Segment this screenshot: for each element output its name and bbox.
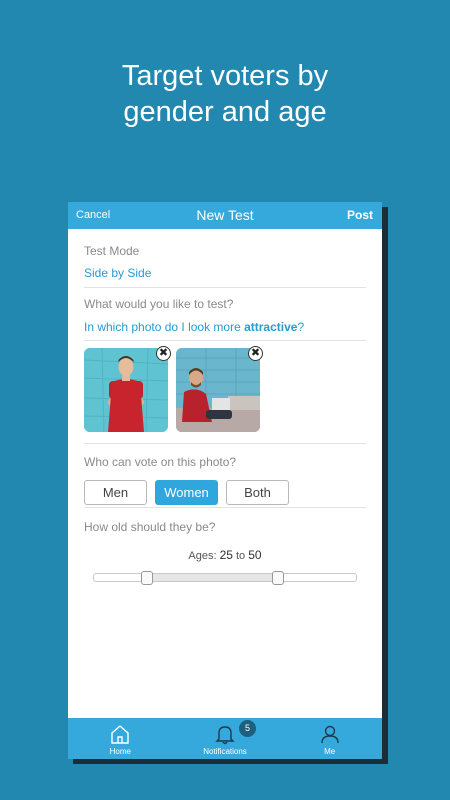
question-section[interactable]: What would you like to test? In which ph…	[84, 288, 366, 341]
voters-section: Who can vote on this photo? Men Women Bo…	[84, 444, 366, 508]
gender-option-women[interactable]: Women	[155, 480, 218, 505]
post-button[interactable]: Post	[347, 208, 373, 222]
page-title: New Test	[196, 207, 254, 223]
notifications-badge: 5	[239, 720, 256, 737]
phone-screen: Cancel New Test Post Test Mode Side by S…	[68, 202, 382, 759]
age-max-value: 50	[248, 548, 262, 562]
age-min-value: 25	[219, 548, 233, 562]
gender-option-both[interactable]: Both	[226, 480, 289, 505]
test-mode-value[interactable]: Side by Side	[84, 266, 366, 280]
age-range-readout: Ages: 25 to 50	[84, 548, 366, 562]
photos-section: ✖ ✖	[84, 341, 366, 444]
bell-icon	[215, 726, 235, 745]
gender-segmented-control: Men Women Both	[84, 480, 366, 505]
headline: Target voters by gender and age	[0, 58, 450, 130]
tab-home[interactable]: Home	[68, 718, 173, 759]
age-section: How old should they be? Ages: 25 to 50	[84, 508, 366, 585]
ages-to: to	[236, 550, 246, 562]
slider-max-handle[interactable]	[272, 571, 284, 585]
question-suffix: ?	[297, 320, 305, 334]
photo-2[interactable]	[176, 348, 260, 432]
test-mode-section[interactable]: Test Mode Side by Side	[84, 229, 366, 288]
voters-label: Who can vote on this photo?	[84, 455, 237, 469]
nav-bar: Cancel New Test Post	[68, 202, 382, 229]
home-icon	[111, 725, 130, 744]
tab-notifications-label: Notifications	[203, 747, 247, 756]
question-prefix: In which photo do I look more	[84, 320, 245, 334]
remove-photo-2-icon[interactable]: ✖	[248, 346, 263, 361]
question-keyword: attractive	[244, 320, 298, 334]
tab-home-label: Home	[109, 747, 131, 756]
tab-bar: Home Notifications Me 5	[68, 718, 382, 759]
question-value[interactable]: In which photo do I look more attractive…	[84, 320, 366, 334]
slider-selected-range	[147, 574, 279, 581]
slider-min-handle[interactable]	[141, 571, 153, 585]
photo-1-image	[84, 348, 168, 432]
photo-2-image	[176, 348, 260, 432]
tab-me-label: Me	[324, 747, 336, 756]
age-label: How old should they be?	[84, 520, 216, 534]
age-range-slider[interactable]	[93, 571, 357, 585]
tab-me[interactable]: Me	[277, 718, 382, 759]
remove-photo-1-icon[interactable]: ✖	[156, 346, 171, 361]
tab-notifications[interactable]: Notifications	[173, 718, 278, 759]
gender-option-men[interactable]: Men	[84, 480, 147, 505]
test-mode-label: Test Mode	[84, 244, 140, 258]
person-icon	[320, 725, 339, 744]
question-label: What would you like to test?	[84, 297, 234, 311]
headline-line-1: Target voters by	[121, 60, 329, 92]
photo-1[interactable]	[84, 348, 168, 432]
headline-line-2: gender and age	[123, 96, 327, 128]
ages-label: Ages:	[188, 550, 217, 562]
